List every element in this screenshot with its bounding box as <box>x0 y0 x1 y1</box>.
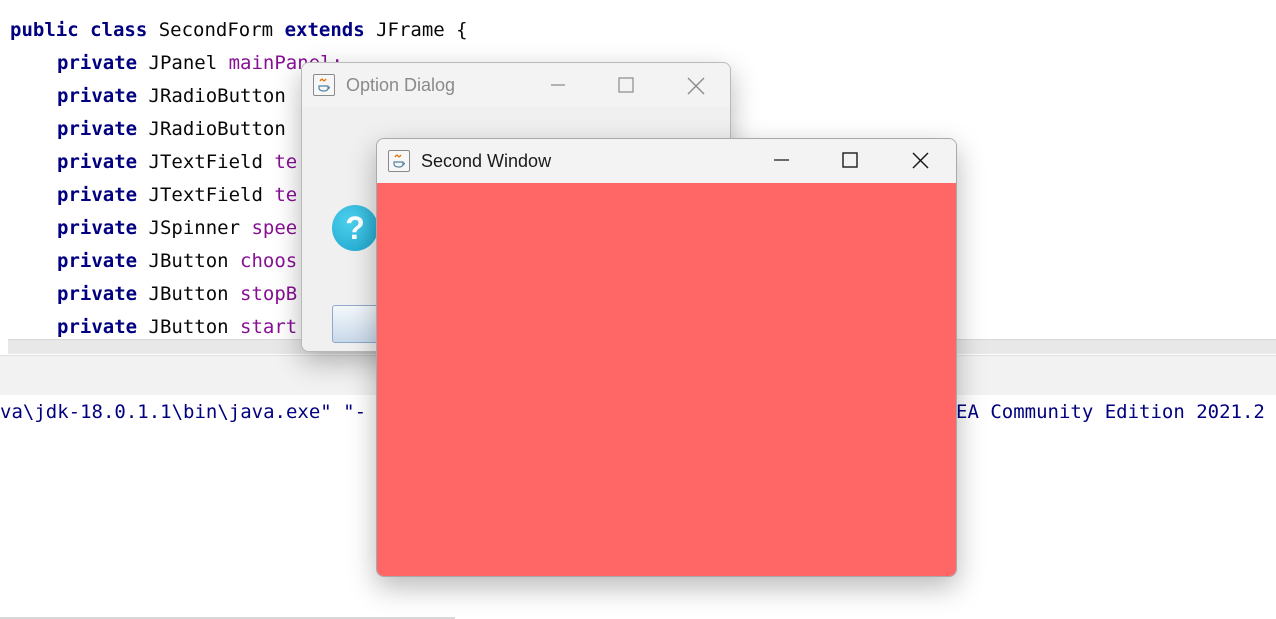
code-keyword: private <box>57 118 149 140</box>
code-type: JSpinner <box>148 217 252 239</box>
java-icon <box>388 150 410 172</box>
second-window[interactable]: Second Window <box>376 138 957 577</box>
code-line: private JRadioButton <box>10 80 286 113</box>
question-icon: ? <box>332 205 378 251</box>
close-icon <box>912 152 929 169</box>
code-keyword: private <box>57 52 149 74</box>
java-icon <box>313 74 335 96</box>
code-field: stopB <box>240 283 298 305</box>
close-button[interactable] <box>898 139 944 183</box>
code-line: private JTextField te <box>10 146 297 179</box>
code-keyword: private <box>57 283 149 305</box>
code-type: JButton <box>148 283 241 305</box>
code-type: JPanel <box>148 52 229 74</box>
code-keyword: public class <box>10 19 159 41</box>
code-keyword: extends <box>284 19 377 41</box>
code-field: spee <box>251 217 298 239</box>
second-window-titlebar[interactable]: Second Window <box>377 139 956 183</box>
minimize-button[interactable] <box>534 63 580 107</box>
code-type: JTextField <box>148 151 275 173</box>
code-type: JRadioButton <box>148 118 286 140</box>
minimize-icon <box>774 159 789 161</box>
maximize-icon <box>842 152 858 168</box>
code-keyword: private <box>57 85 149 107</box>
code-line: private JRadioButton <box>10 113 286 146</box>
code-field: te <box>274 184 298 206</box>
code-superclass: JFrame { <box>376 19 468 41</box>
code-keyword: private <box>57 184 149 206</box>
code-type: JButton <box>148 250 241 272</box>
code-line: private JPanel mainPanel; <box>10 47 343 80</box>
code-class-name: SecondForm <box>158 19 285 41</box>
code-keyword: private <box>57 250 149 272</box>
option-dialog-titlebar[interactable]: Option Dialog <box>302 63 730 107</box>
code-type: JButton <box>148 316 241 338</box>
code-type: JTextField <box>148 184 275 206</box>
minimize-button[interactable] <box>758 139 804 183</box>
console-command-text-tail: EA Community Edition 2021.2 <box>956 401 1265 423</box>
code-line: private JButton choos <box>10 245 297 278</box>
code-line: private JSpinner spee <box>10 212 297 245</box>
code-line-class-declaration: public class SecondForm extends JFrame { <box>10 14 468 47</box>
code-line: private JButton stopB <box>10 278 297 311</box>
maximize-button[interactable] <box>602 63 648 107</box>
close-icon <box>687 77 705 95</box>
console-command-text: va\jdk-18.0.1.1\bin\java.exe" "- <box>0 401 367 423</box>
content-panel[interactable] <box>377 183 956 576</box>
maximize-button[interactable] <box>827 139 873 183</box>
code-keyword: private <box>57 316 149 338</box>
code-line: private JTextField te <box>10 179 297 212</box>
maximize-icon <box>618 77 634 93</box>
code-type: JRadioButton <box>148 85 286 107</box>
option-dialog-title: Option Dialog <box>346 75 456 95</box>
code-line: private JButton start <box>10 311 297 340</box>
second-window-title: Second Window <box>421 151 552 171</box>
minimize-icon <box>551 84 565 86</box>
code-field: choos <box>240 250 298 272</box>
close-button[interactable] <box>673 63 719 107</box>
code-field: start <box>240 316 298 338</box>
code-keyword: private <box>57 151 149 173</box>
code-keyword: private <box>57 217 149 239</box>
code-field: te <box>274 151 298 173</box>
